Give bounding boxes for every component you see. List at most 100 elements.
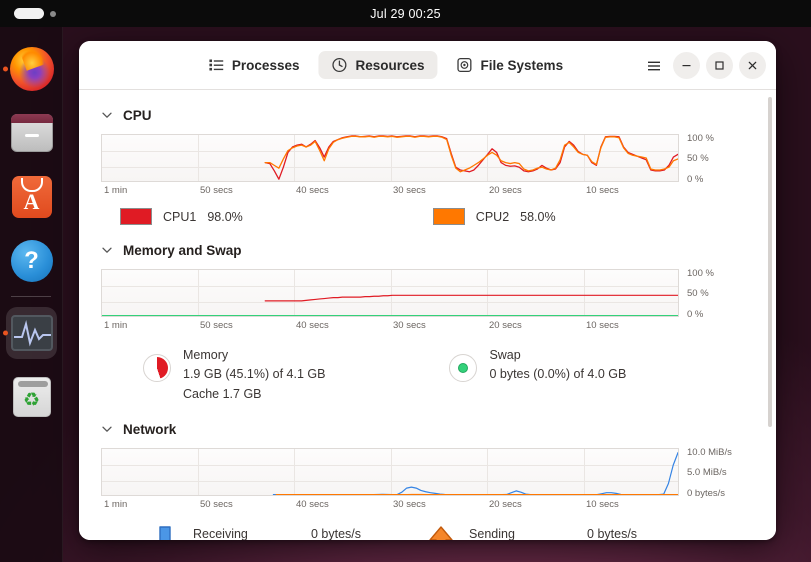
x-tick-label: 40 secs (296, 320, 329, 331)
close-icon (748, 61, 757, 70)
desktop-top-bar: Jul 29 00:25 (0, 0, 811, 27)
memory-x-axis-labels: 1 min 50 secs 40 secs 30 secs 20 secs 10 secs (101, 320, 679, 334)
window-headerbar: Processes Resources File Systems (79, 41, 776, 90)
swap-label: Swap (489, 348, 521, 362)
system-monitor-window: Processes Resources File Systems CPU 1 m… (79, 41, 776, 540)
dock-item-help[interactable]: ? (0, 229, 63, 293)
memory-pie-fill (146, 357, 168, 379)
tab-processes-label: Processes (231, 57, 300, 73)
app-center-icon: A (11, 176, 52, 218)
swap-value: 0 bytes (0.0%) of 4.0 GB (489, 367, 627, 382)
y-tick-label: 50 % (687, 153, 709, 165)
vertical-scrollbar[interactable] (768, 97, 772, 427)
cpu2-label: CPU2 (475, 209, 510, 224)
memory-swap-summary: Memory 1.9 GB (45.1%) of 4.1 GB Cache 1.… (101, 346, 754, 404)
minimize-icon (682, 65, 691, 67)
x-tick-label: 1 min (104, 499, 128, 511)
memory-cache-value: Cache 1.7 GB (183, 386, 262, 401)
x-tick-label: 40 secs (296, 499, 329, 511)
clock[interactable]: Jul 29 00:25 (0, 0, 811, 27)
chevron-down-icon (102, 426, 112, 432)
maximize-button[interactable] (706, 52, 733, 79)
cpu2-value: 58.0% (520, 209, 556, 224)
memory-graph (101, 269, 679, 317)
x-tick-label: 20 secs (489, 499, 522, 511)
view-switcher-tabs: Processes Resources File Systems (195, 51, 576, 79)
sending-label: Sending (469, 527, 515, 540)
upload-arrow-icon (429, 526, 453, 540)
network-summary: Receiving 0 bytes/s Total Received 18.7 … (101, 525, 754, 540)
cpu-graph (101, 134, 679, 182)
waveform-icon (13, 320, 51, 347)
firefox-icon (9, 47, 54, 91)
dock-item-trash[interactable]: ♻ (0, 365, 63, 429)
network-graph-row: 1 min 50 secs 40 secs 30 secs 20 secs 10 secs… (101, 448, 754, 513)
swap-summary: Swap 0 bytes (0.0%) of 4.0 GB (449, 346, 626, 404)
maximize-icon (715, 61, 724, 70)
x-tick-label: 40 secs (296, 185, 329, 196)
memory-y-axis-labels: 100 % 50 % 0 % (687, 269, 754, 319)
tab-file-systems-label: File Systems (480, 57, 564, 73)
cpu-legend-item-cpu2: CPU2 58.0% (432, 208, 556, 225)
section-title-memory: Memory and Swap (123, 242, 242, 258)
memory-graph-lines (102, 270, 678, 316)
series-line-receiving (273, 453, 678, 495)
dock-item-firefox[interactable] (0, 37, 63, 101)
system-monitor-icon (10, 315, 53, 351)
x-tick-label: 50 secs (200, 185, 233, 196)
y-tick-label: 100 % (687, 133, 714, 144)
window-controls (641, 41, 766, 90)
trash-icon: ♻ (12, 377, 51, 417)
y-tick-label: 0 bytes/s (687, 487, 726, 499)
chevron-down-icon (102, 112, 112, 118)
section-title-network: Network (123, 421, 177, 437)
gauge-icon (332, 57, 347, 73)
dock-divider (11, 296, 51, 297)
series-line-memory (265, 295, 678, 301)
hamburger-menu-button[interactable] (641, 53, 667, 79)
help-icon: ? (10, 240, 53, 282)
running-indicator-dot (3, 330, 8, 336)
tab-resources[interactable]: Resources (318, 51, 438, 79)
download-arrow-icon (159, 526, 171, 540)
cpu1-color-swatch (120, 208, 152, 225)
running-indicator-dot (3, 66, 8, 72)
dock-item-app-center[interactable]: A (0, 165, 63, 229)
close-button[interactable] (739, 52, 766, 79)
tab-resources-label: Resources (355, 57, 425, 73)
cpu-legend: CPU1 98.0% CPU2 58.0% (101, 208, 754, 225)
y-tick-label: 0 % (687, 308, 704, 320)
x-tick-label: 10 secs (586, 320, 619, 331)
memory-value: 1.9 GB (45.1%) of 4.1 GB (183, 367, 326, 382)
section-title-cpu: CPU (123, 107, 152, 123)
network-x-axis-labels: 1 min 50 secs 40 secs 30 secs 20 secs 10 secs (101, 499, 679, 513)
section-header-cpu[interactable]: CPU (101, 102, 754, 128)
files-folder-icon (10, 114, 53, 152)
list-icon (208, 59, 223, 71)
cpu2-color-swatch (432, 208, 465, 225)
y-tick-label: 100 % (687, 268, 714, 279)
hamburger-icon (648, 61, 660, 70)
network-graph-lines (102, 449, 678, 495)
dock: A ? ♻ (0, 27, 63, 562)
x-tick-label: 1 min (104, 185, 128, 196)
cpu-legend-item-cpu1: CPU1 98.0% (120, 208, 243, 225)
dock-item-files[interactable] (0, 101, 63, 165)
series-line-cpu2 (265, 136, 678, 171)
tab-processes[interactable]: Processes (195, 51, 313, 79)
minimize-button[interactable] (673, 52, 700, 79)
section-header-network[interactable]: Network (101, 416, 754, 442)
section-header-memory[interactable]: Memory and Swap (101, 237, 754, 263)
memory-graph-row: 1 min 50 secs 40 secs 30 secs 20 secs 10 secs… (101, 269, 754, 334)
tab-file-systems[interactable]: File Systems (444, 51, 577, 79)
network-graph (101, 448, 679, 497)
swap-empty-indicator (458, 363, 469, 373)
x-tick-label: 10 secs (586, 499, 619, 511)
cpu-x-axis-labels: 1 min 50 secs 40 secs 30 secs 20 secs 10 secs (101, 185, 679, 199)
chevron-down-icon (102, 247, 112, 253)
y-tick-label: 0 % (687, 173, 704, 185)
memory-summary: Memory 1.9 GB (45.1%) of 4.1 GB Cache 1.… (143, 346, 325, 404)
x-tick-label: 1 min (104, 320, 128, 331)
dock-item-system-monitor[interactable] (0, 301, 63, 365)
x-tick-label: 20 secs (489, 320, 522, 331)
